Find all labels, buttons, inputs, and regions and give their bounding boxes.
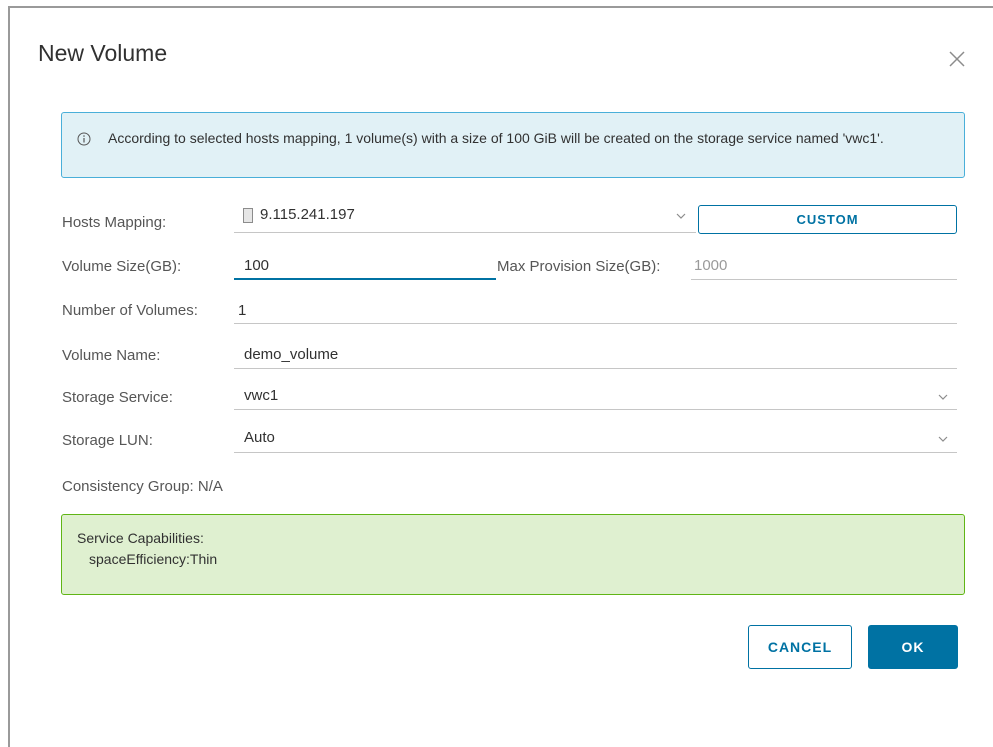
storage-lun-select[interactable]: Auto [234, 427, 957, 453]
host-icon [243, 208, 253, 223]
volume-size-label: Volume Size(GB): [62, 258, 182, 275]
ok-button[interactable]: OK [868, 625, 958, 669]
volume-name-value: demo_volume [244, 346, 339, 363]
storage-service-value: vwc1 [244, 387, 279, 404]
number-of-volumes-label: Number of Volumes: [62, 302, 198, 319]
chevron-down-icon [676, 213, 686, 219]
storage-service-select[interactable]: vwc1 [234, 385, 957, 410]
storage-lun-value: Auto [244, 429, 275, 446]
volume-name-input[interactable]: demo_volume [234, 344, 957, 369]
storage-service-label: Storage Service: [62, 389, 173, 406]
max-provision-label: Max Provision Size(GB): [497, 258, 661, 275]
consistency-group-label-text: Consistency Group: [62, 478, 194, 495]
close-icon[interactable] [946, 48, 968, 70]
service-capabilities-box: Service Capabilities: spaceEfficiency:Th… [61, 514, 965, 595]
chevron-down-icon [938, 436, 948, 442]
info-alert: According to selected hosts mapping, 1 v… [61, 112, 965, 178]
new-volume-dialog: New Volume According to selected hosts m… [8, 6, 993, 747]
hosts-mapping-value: 9.115.241.197 [260, 206, 355, 223]
max-provision-input[interactable]: 1000 [691, 254, 957, 280]
volume-size-input[interactable]: 100 [234, 254, 496, 280]
capability-item: spaceEfficiency:Thin [89, 551, 218, 567]
chevron-down-icon [938, 394, 948, 400]
volume-size-value: 100 [244, 257, 270, 274]
consistency-group-label: Consistency Group: N/A [62, 478, 223, 495]
number-of-volumes-input[interactable]: 1 [234, 300, 957, 324]
service-capabilities-title: Service Capabilities: [77, 530, 204, 546]
hosts-mapping-label: Hosts Mapping: [62, 214, 167, 231]
info-message: According to selected hosts mapping, 1 v… [108, 130, 884, 146]
cancel-button[interactable]: CANCEL [748, 625, 852, 669]
close-button[interactable] [946, 48, 968, 70]
number-of-volumes-value: 1 [238, 302, 247, 319]
hosts-mapping-select[interactable]: 9.115.241.197 [234, 206, 696, 233]
consistency-group-value: N/A [197, 478, 223, 495]
max-provision-placeholder: 1000 [694, 257, 728, 274]
info-icon [77, 132, 91, 146]
storage-lun-label: Storage LUN: [62, 432, 153, 449]
volume-name-label: Volume Name: [62, 347, 161, 364]
dialog-title: New Volume [38, 40, 168, 66]
custom-button[interactable]: CUSTOM [698, 205, 957, 234]
